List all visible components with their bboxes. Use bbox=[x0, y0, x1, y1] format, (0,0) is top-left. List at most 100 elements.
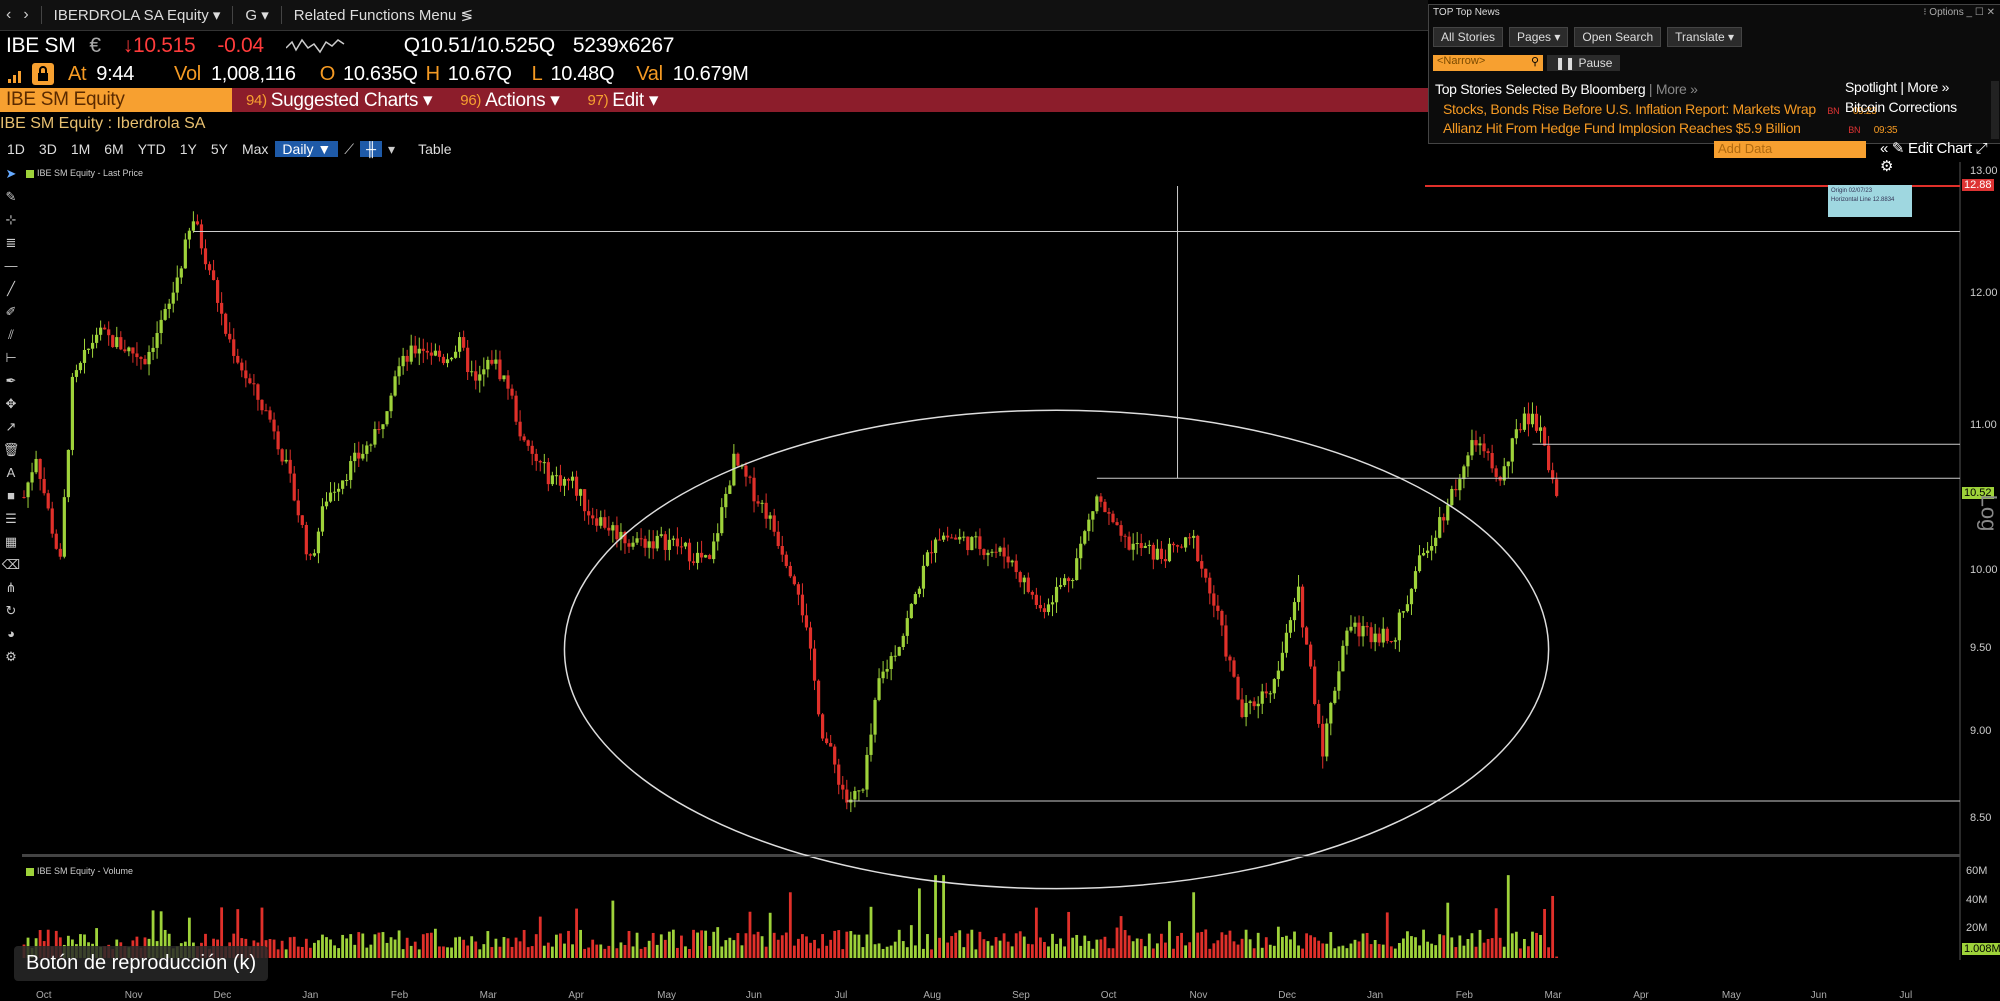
volume-bar bbox=[821, 934, 824, 958]
candle-body bbox=[441, 356, 446, 364]
time-tick-label: May bbox=[657, 990, 677, 1001]
candle-body bbox=[1417, 555, 1422, 572]
candle-body bbox=[1042, 608, 1047, 613]
candle-body bbox=[627, 543, 631, 547]
candle-body bbox=[155, 333, 159, 348]
volume-bar bbox=[559, 933, 562, 958]
candle-body bbox=[389, 395, 393, 412]
candle-body bbox=[1208, 577, 1212, 594]
candle-body bbox=[1034, 594, 1038, 605]
candle-body bbox=[978, 536, 982, 550]
volume-bar bbox=[1043, 941, 1046, 958]
candle-body bbox=[909, 603, 913, 619]
volume-bar bbox=[655, 944, 659, 958]
candle-body bbox=[58, 548, 62, 557]
play-button-hint[interactable]: Botón de reproducción (k) bbox=[14, 946, 269, 981]
candle-body bbox=[413, 345, 417, 354]
candle-body bbox=[675, 538, 679, 547]
candle-body bbox=[518, 421, 522, 437]
volume-bar bbox=[627, 930, 631, 958]
candle-body bbox=[728, 485, 732, 494]
volume-bar bbox=[909, 925, 913, 958]
last-volume-marker: 1.008M bbox=[1962, 942, 2000, 955]
volume-bar bbox=[530, 946, 534, 958]
volume-bar bbox=[1474, 946, 1478, 958]
candle-body bbox=[1212, 593, 1216, 606]
time-tick-label: Sep bbox=[1012, 990, 1030, 1001]
candle-body bbox=[268, 410, 272, 420]
volume-bar bbox=[861, 947, 865, 958]
candle-body bbox=[954, 537, 958, 540]
volume-bar bbox=[534, 934, 538, 958]
volume-bar bbox=[1470, 933, 1474, 958]
volume-bar bbox=[651, 932, 655, 958]
candle-body bbox=[1482, 443, 1486, 452]
price-tick-label: 9.50 bbox=[1970, 642, 1992, 655]
price-volume-chart[interactable] bbox=[0, 0, 2000, 999]
candle-body bbox=[1014, 560, 1018, 573]
volume-bar bbox=[901, 941, 905, 958]
candle-body bbox=[1155, 548, 1159, 560]
candle-body bbox=[958, 536, 962, 540]
volume-bar bbox=[1313, 937, 1317, 958]
volume-bar bbox=[922, 948, 925, 958]
volume-bar bbox=[1268, 944, 1272, 958]
volume-bar bbox=[1518, 948, 1522, 958]
candle-body bbox=[635, 538, 639, 543]
candle-body bbox=[546, 462, 550, 485]
candle-body bbox=[175, 277, 179, 293]
price-tick-label: 10.00 bbox=[1970, 564, 1998, 577]
candle-body bbox=[470, 371, 474, 373]
candle-body bbox=[179, 268, 183, 278]
volume-bar bbox=[1325, 943, 1329, 958]
candle-body bbox=[1547, 445, 1551, 471]
volume-bar bbox=[1006, 941, 1010, 958]
time-tick-label: Mar bbox=[479, 990, 497, 1001]
candle-body bbox=[99, 327, 103, 335]
candle-body bbox=[1300, 586, 1305, 628]
volume-bar bbox=[659, 934, 663, 958]
volume-bar bbox=[1514, 931, 1518, 958]
candle-body bbox=[341, 480, 345, 489]
candle-body bbox=[195, 221, 200, 225]
log-scale-label[interactable]: Log bbox=[1975, 495, 2000, 532]
volume-bar bbox=[712, 931, 716, 958]
candle-body bbox=[1446, 505, 1450, 521]
candle-body bbox=[816, 680, 821, 715]
volume-bar bbox=[1293, 931, 1296, 958]
candle-body bbox=[256, 384, 260, 400]
volume-bar bbox=[1115, 927, 1119, 958]
volume-bar bbox=[1397, 943, 1401, 958]
candle-body bbox=[498, 359, 502, 380]
candle-body bbox=[1171, 543, 1176, 546]
candle-body bbox=[1494, 468, 1498, 477]
volume-bar bbox=[974, 949, 978, 958]
candle-body bbox=[607, 527, 611, 531]
time-tick-label: Dec bbox=[213, 990, 232, 1001]
candle-body bbox=[482, 369, 486, 375]
candle-body bbox=[409, 345, 413, 362]
volume-bar bbox=[1482, 942, 1486, 958]
candle-body bbox=[324, 501, 329, 507]
volume-bar bbox=[768, 912, 772, 958]
volume-bar bbox=[1083, 935, 1087, 958]
volume-bar bbox=[417, 949, 421, 958]
volume-bar bbox=[1095, 939, 1099, 958]
candle-body bbox=[232, 339, 236, 356]
candle-body bbox=[1276, 670, 1280, 680]
volume-bar bbox=[1353, 939, 1357, 958]
volume-bar bbox=[575, 908, 578, 958]
candle-body bbox=[1413, 571, 1418, 589]
volume-bar bbox=[1200, 931, 1204, 958]
candle-body bbox=[829, 743, 833, 747]
candle-body bbox=[248, 378, 252, 384]
volume-bar bbox=[438, 946, 441, 958]
volume-bar bbox=[1236, 944, 1240, 958]
volume-bar bbox=[1333, 948, 1337, 958]
candle-body bbox=[865, 754, 869, 790]
volume-bar bbox=[490, 947, 494, 958]
volume-bar bbox=[663, 939, 667, 958]
volume-bar bbox=[1317, 940, 1321, 958]
price-tick-label: 9.00 bbox=[1970, 724, 1992, 737]
volume-bar bbox=[720, 946, 724, 958]
